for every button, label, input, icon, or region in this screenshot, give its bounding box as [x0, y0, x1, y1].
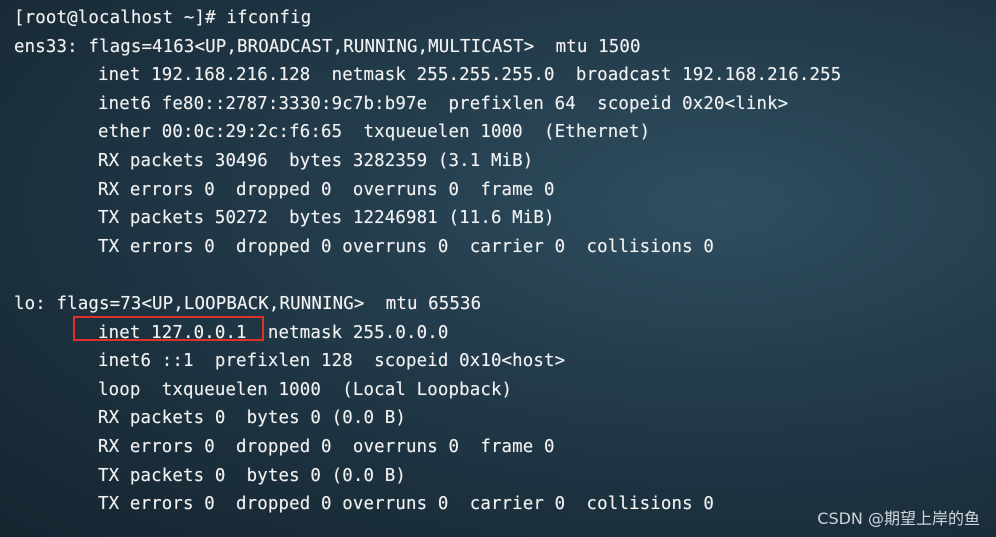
terminal-prompt-line: [root@localhost ~]# ifconfig	[14, 8, 312, 28]
lo-inet-line: inet 127.0.0.1 netmask 255.0.0.0	[98, 322, 449, 343]
ens33-inet-line: inet 192.168.216.128 netmask 255.255.255…	[98, 65, 842, 86]
lo-inet6-line: inet6 ::1 prefixlen 128 scopeid 0x10<hos…	[98, 351, 566, 372]
ens33-ether-line: ether 00:0c:29:2c:f6:65 txqueuelen 1000 …	[98, 122, 651, 143]
lo-rx-packets-line: RX packets 0 bytes 0 (0.0 B)	[98, 408, 406, 429]
csdn-watermark: CSDN @期望上岸的鱼	[817, 509, 980, 528]
ens33-header-line: ens33: flags=4163<UP,BROADCAST,RUNNING,M…	[14, 36, 641, 57]
ens33-tx-packets-line: TX packets 50272 bytes 12246981 (11.6 Mi…	[98, 208, 555, 229]
lo-loop-line: loop txqueuelen 1000 (Local Loopback)	[98, 379, 513, 400]
lo-tx-packets-line: TX packets 0 bytes 0 (0.0 B)	[98, 465, 406, 486]
ens33-inet6-line: inet6 fe80::2787:3330:9c7b:b97e prefixle…	[98, 93, 789, 114]
ens33-tx-errors-line: TX errors 0 dropped 0 overruns 0 carrier…	[98, 236, 714, 257]
lo-rx-errors-line: RX errors 0 dropped 0 overruns 0 frame 0	[98, 436, 555, 457]
ens33-rx-errors-line: RX errors 0 dropped 0 overruns 0 frame 0	[98, 179, 555, 200]
lo-header-line: lo: flags=73<UP,LOOPBACK,RUNNING> mtu 65…	[14, 293, 482, 314]
terminal-output[interactable]: [root@localhost ~]# ifconfig ens33: flag…	[14, 4, 996, 519]
ens33-rx-packets-line: RX packets 30496 bytes 3282359 (3.1 MiB)	[98, 150, 534, 171]
